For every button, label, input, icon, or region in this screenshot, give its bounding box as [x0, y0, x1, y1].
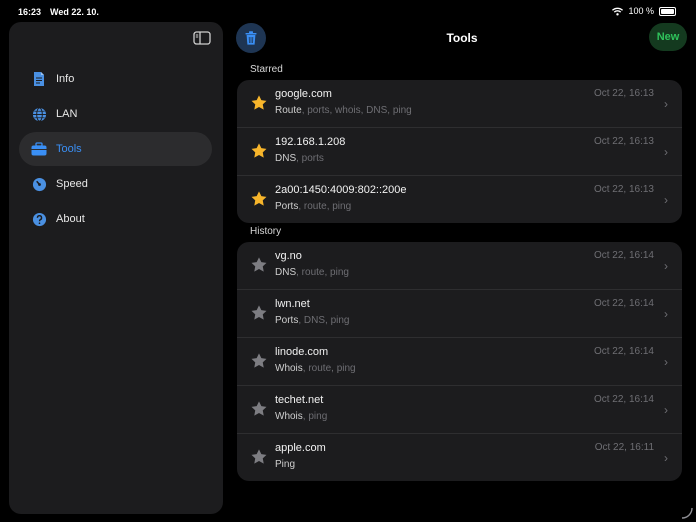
host-label: google.com: [275, 88, 332, 100]
chevron-right-icon: ›: [664, 355, 668, 369]
timestamp: Oct 22, 16:13: [593, 88, 654, 99]
chevron-right-icon: ›: [664, 403, 668, 417]
status-time: 16:23: [18, 7, 42, 17]
page-title: Tools: [446, 31, 478, 45]
sidebar-item-about[interactable]: About: [19, 202, 212, 236]
chevron-right-icon: ›: [664, 451, 668, 465]
new-button[interactable]: New: [649, 23, 687, 51]
primary-tool: DNS: [275, 153, 297, 164]
status-bar: 16:23 Wed 22. 10. 100 %: [0, 0, 696, 22]
sidebar-item-speed[interactable]: Speed: [19, 167, 212, 201]
other-tools: , route, ping: [302, 363, 356, 374]
star-outline-icon[interactable]: [250, 256, 268, 274]
primary-tool: Ports: [275, 201, 299, 212]
list-item[interactable]: vg.no Oct 22, 16:14 DNS, route, ping ›: [237, 242, 682, 290]
other-tools: , DNS, ping: [298, 315, 350, 326]
timestamp: Oct 22, 16:14: [593, 298, 654, 309]
primary-tool: Ports: [275, 315, 299, 326]
list-item[interactable]: google.com Oct 22, 16:13 Route, ports, w…: [237, 80, 682, 128]
delete-button[interactable]: [236, 23, 266, 53]
sidebar-nav: Info LAN Tools Speed About: [19, 62, 212, 237]
status-date: Wed 22. 10.: [50, 7, 99, 17]
primary-tool: Ping: [275, 459, 296, 470]
timestamp: Oct 22, 16:13: [593, 136, 654, 147]
battery-icon: [659, 6, 676, 16]
host-label: lwn.net: [275, 298, 310, 310]
sidebar-item-label: Speed: [56, 178, 88, 190]
starred-list: google.com Oct 22, 16:13 Route, ports, w…: [237, 80, 682, 223]
other-tools: , ports, whois, DNS, ping: [301, 105, 412, 116]
primary-tool: Whois: [275, 411, 303, 422]
resize-handle-icon[interactable]: [679, 505, 693, 519]
timestamp: Oct 22, 16:14: [593, 394, 654, 405]
timestamp: Oct 22, 16:11: [594, 442, 654, 453]
sidebar-item-label: LAN: [56, 108, 78, 120]
host-label: 192.168.1.208: [275, 136, 346, 148]
sidebar-item-label: About: [56, 213, 85, 225]
chevron-right-icon: ›: [664, 259, 668, 273]
other-tools: , ping: [302, 411, 328, 422]
host-label: apple.com: [275, 442, 326, 454]
star-filled-icon[interactable]: [250, 142, 268, 160]
wifi-icon: [612, 7, 624, 16]
tools-summary: Ports, DNS, ping: [275, 315, 349, 326]
globe-icon: [31, 106, 47, 122]
primary-tool: Whois: [275, 363, 303, 374]
list-item[interactable]: lwn.net Oct 22, 16:14 Ports, DNS, ping ›: [237, 290, 682, 338]
status-indicators: 100 %: [612, 6, 676, 16]
history-list: vg.no Oct 22, 16:14 DNS, route, ping › l…: [237, 242, 682, 481]
sidebar-item-info[interactable]: Info: [19, 62, 212, 96]
list-item[interactable]: linode.com Oct 22, 16:14 Whois, route, p…: [237, 338, 682, 386]
tools-summary: Route, ports, whois, DNS, ping: [275, 105, 412, 116]
chevron-right-icon: ›: [664, 97, 668, 111]
battery-percentage: 100 %: [628, 6, 654, 16]
primary-tool: DNS: [275, 267, 297, 278]
tools-summary: Whois, route, ping: [275, 363, 356, 374]
other-tools: , ports: [296, 153, 324, 164]
other-tools: , route, ping: [296, 267, 349, 278]
sidebar-item-lan[interactable]: LAN: [19, 97, 212, 131]
sidebar: Info LAN Tools Speed About: [9, 22, 223, 514]
other-tools: , route, ping: [298, 201, 352, 212]
chevron-right-icon: ›: [664, 193, 668, 207]
primary-tool: Route: [275, 105, 302, 116]
document-icon: [31, 71, 47, 87]
timestamp: Oct 22, 16:13: [593, 184, 654, 195]
tools-summary: DNS, ports: [275, 153, 324, 164]
tools-summary: Ping: [275, 459, 295, 470]
sidebar-toggle-icon[interactable]: [193, 31, 211, 45]
gauge-icon: [31, 176, 47, 192]
sidebar-item-tools[interactable]: Tools: [19, 132, 212, 166]
star-filled-icon[interactable]: [250, 190, 268, 208]
tools-summary: Whois, ping: [275, 411, 327, 422]
host-label: 2a00:1450:4009:802::200e: [275, 184, 407, 196]
star-outline-icon[interactable]: [250, 304, 268, 322]
star-outline-icon[interactable]: [250, 448, 268, 466]
section-header-starred: Starred: [250, 64, 283, 75]
trash-icon: [245, 31, 257, 45]
sidebar-item-label: Tools: [56, 143, 82, 155]
star-outline-icon[interactable]: [250, 400, 268, 418]
list-item[interactable]: apple.com Oct 22, 16:11 Ping ›: [237, 434, 682, 481]
tools-summary: DNS, route, ping: [275, 267, 349, 278]
star-filled-icon[interactable]: [250, 94, 268, 112]
sidebar-item-label: Info: [56, 73, 75, 85]
host-label: linode.com: [275, 346, 329, 358]
question-icon: [31, 211, 47, 227]
list-item[interactable]: 2a00:1450:4009:802::200e Oct 22, 16:13 P…: [237, 176, 682, 223]
list-item[interactable]: 192.168.1.208 Oct 22, 16:13 DNS, ports ›: [237, 128, 682, 176]
host-label: vg.no: [275, 250, 302, 262]
toolbox-icon: [31, 141, 47, 157]
timestamp: Oct 22, 16:14: [593, 346, 654, 357]
tools-summary: Ports, route, ping: [275, 201, 351, 212]
star-outline-icon[interactable]: [250, 352, 268, 370]
list-item[interactable]: techet.net Oct 22, 16:14 Whois, ping ›: [237, 386, 682, 434]
host-label: techet.net: [275, 394, 324, 406]
chevron-right-icon: ›: [664, 307, 668, 321]
chevron-right-icon: ›: [664, 145, 668, 159]
timestamp: Oct 22, 16:14: [593, 250, 654, 261]
section-header-history: History: [250, 226, 282, 237]
